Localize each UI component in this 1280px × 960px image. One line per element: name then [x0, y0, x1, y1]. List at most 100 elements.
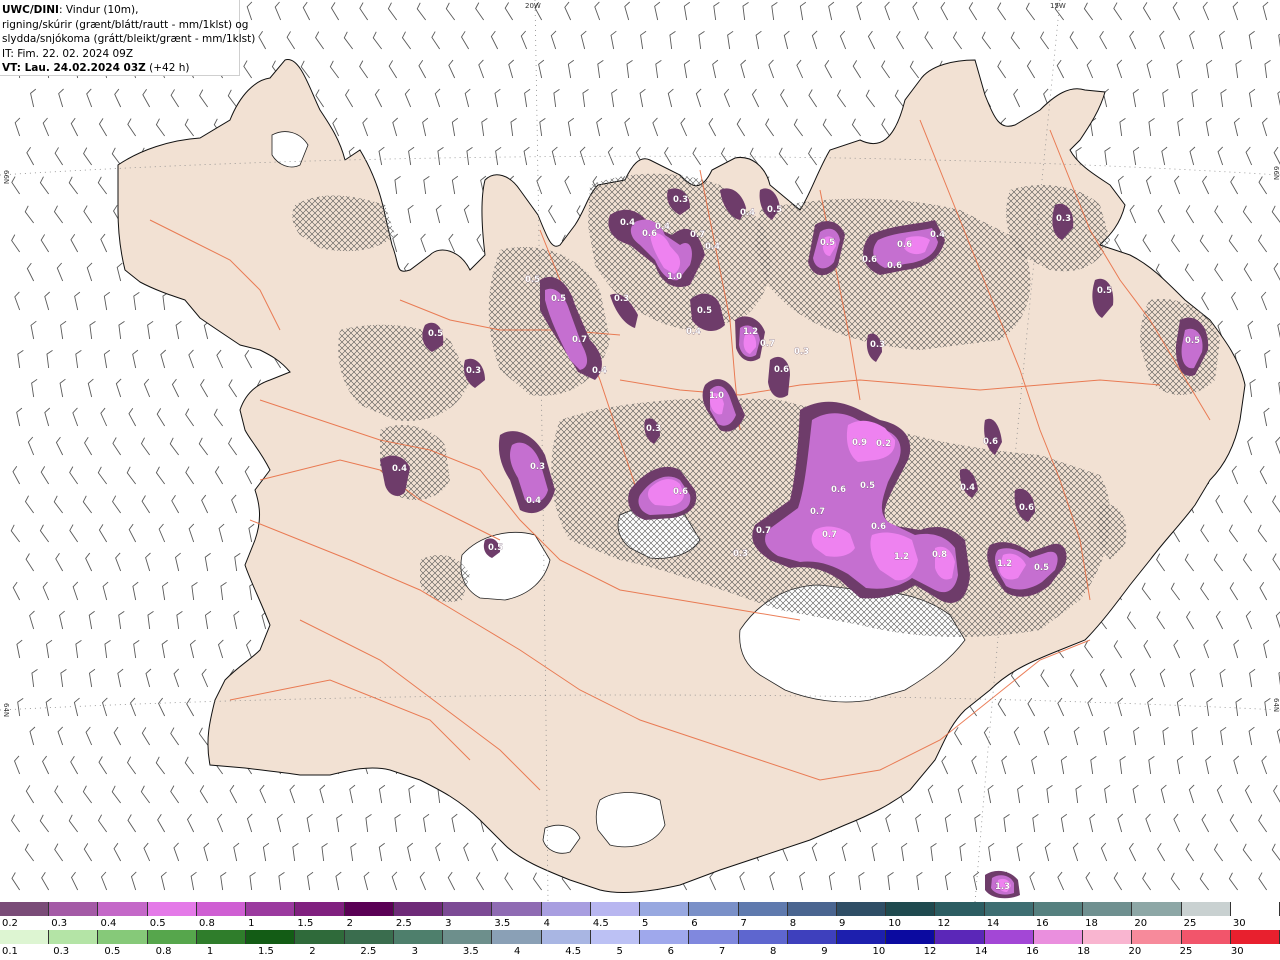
legend-swatch	[935, 930, 985, 944]
legend-tick-label: 0.3	[53, 946, 70, 957]
legend-swatch	[738, 902, 788, 916]
legend-swatch	[492, 930, 542, 944]
legend-rain-labels: 0.1 0.3 0.5 0.8 1 1.5 2 2.5 3 3.5 4 4.5 5 6 7 8 9 10 12 14 1…	[0, 945, 1280, 959]
precip-label: 0.7	[822, 530, 837, 540]
info-line-2: rigning/skúrir (grænt/blátt/rautt - mm/1…	[2, 18, 249, 31]
precip-label: 1.0	[667, 272, 682, 282]
legend-swatch	[147, 930, 197, 944]
precip-label: 0.4	[960, 483, 975, 493]
legend-swatch	[836, 902, 887, 916]
info-line-1-rest: : Vindur (10m),	[58, 4, 139, 16]
graticule-label-64n-left: 64N	[2, 703, 10, 717]
legend-swatch	[443, 902, 493, 916]
legend-swatch	[935, 902, 985, 916]
legend-swatch	[295, 930, 345, 944]
precip-label: 1.2	[997, 559, 1012, 569]
legend-tick-label: 6	[667, 946, 675, 957]
legend-swatch	[147, 902, 197, 916]
legend-tick-label: 0.3	[51, 918, 68, 929]
precip-label: 0.3	[646, 424, 661, 434]
legend-tick-label: 25	[1183, 918, 1197, 929]
precip-label: 0.6	[871, 522, 886, 532]
legend-swatch	[787, 930, 837, 944]
weather-map: 20W 15W 66N 64N 66N 64N 0.4 0.6 0.4 0.7 …	[0, 0, 1280, 902]
legend-tick-label: 0.8	[155, 946, 172, 957]
legend-swatch	[196, 930, 247, 944]
legend-tick-label: 12	[923, 946, 937, 957]
legend-swatch	[1181, 902, 1231, 916]
precip-label: 0.5	[428, 329, 443, 339]
lead-time: (+42 h)	[145, 62, 190, 74]
legend-tick-label: 16	[1035, 918, 1049, 929]
legend-tick-label: 3	[411, 946, 418, 957]
precip-label: 1.3	[995, 882, 1010, 892]
precip-label: 0.5	[697, 306, 712, 316]
legend-tick-label: 1	[248, 918, 255, 929]
precip-label: 0.7	[572, 335, 587, 345]
legend-swatch	[1083, 930, 1133, 944]
legend-tick-label: 20	[1134, 918, 1148, 929]
legend-swatch	[640, 930, 690, 944]
legend-swatch	[49, 902, 99, 916]
precip-label: 0.4	[620, 218, 635, 228]
legend-swatch	[689, 930, 739, 944]
legend-swatch	[640, 902, 690, 916]
graticule-label-66n-right: 66N	[1272, 166, 1280, 180]
precip-label: 0.3	[870, 340, 885, 350]
legend-swatch	[98, 902, 148, 916]
legend-tick-label: 12	[937, 918, 951, 929]
precip-label: 0.6	[887, 261, 902, 271]
precip-label: 0.4	[686, 327, 701, 337]
precip-label: 0.7	[756, 526, 771, 536]
legend-tick-label: 20	[1128, 946, 1142, 957]
precip-label: 0.4	[705, 242, 720, 252]
legend-tick-label: 2.5	[395, 918, 412, 929]
legend-tick-label: 0.4	[100, 918, 117, 929]
graticule-label-15w: 15W	[1050, 2, 1066, 10]
legend-snow-labels: 0.2 0.3 0.4 0.5 0.8 1 1.5 2 2.5 3 3.5 4 4.5 5 6 7 8 9 10 12…	[0, 917, 1280, 931]
legend-tick-label: 7	[718, 946, 726, 957]
precip-label: 0.6	[983, 437, 998, 447]
legend-tick-label: 25	[1179, 946, 1193, 957]
legend-tick-label: 0.5	[149, 918, 166, 929]
legend-tick-label: 7	[740, 918, 747, 929]
legend-swatch	[541, 902, 591, 916]
legend-tick-label: 2	[309, 946, 316, 957]
legend-swatch	[0, 902, 50, 916]
legend-swatch	[1033, 902, 1084, 916]
precip-label: 0.5	[488, 543, 503, 553]
precip-label: 1.2	[894, 552, 909, 562]
model-name: UWC/DINI	[2, 4, 59, 16]
precip-label: 0.9	[852, 438, 867, 448]
precip-label: 1.2	[743, 327, 758, 337]
legend-swatch	[886, 902, 936, 916]
legend-tick-label: 0.5	[104, 946, 121, 957]
precip-label: 0.4	[392, 464, 407, 474]
precip-label: 0.6	[1019, 503, 1034, 513]
precip-label: 0.3	[794, 347, 809, 357]
legend-tick-label: 9	[838, 918, 846, 929]
legend-swatch	[1230, 930, 1280, 944]
legend-swatch	[344, 902, 394, 916]
precip-label: 1.0	[709, 391, 724, 401]
precip-label: 0.2	[876, 439, 891, 449]
precip-label: 0.3	[1056, 214, 1071, 224]
legend-tick-label: 4	[543, 918, 550, 929]
legend-swatch	[590, 930, 641, 944]
legend-tick-label: 14	[974, 946, 988, 957]
legend-swatch	[1033, 930, 1084, 944]
precip-label: 0.7	[690, 230, 705, 240]
legend-swatch	[492, 902, 542, 916]
precip-label: 0.6	[862, 255, 877, 265]
precip-label: 0.7	[760, 339, 775, 349]
precip-label: 0.4	[930, 230, 945, 240]
info-line-5: VT: Lau. 24.02.2024 03Z (+42 h)	[2, 61, 235, 76]
legend-swatch	[689, 902, 739, 916]
precip-label: 0.3	[614, 294, 629, 304]
graticule-label-20w: 20W	[525, 2, 541, 10]
precip-label: 0.5	[1185, 336, 1200, 346]
precip-label: 0.5	[767, 205, 782, 215]
info-line-1: UWC/DINI: Vindur (10m),	[2, 3, 235, 18]
legend-swatch	[196, 902, 247, 916]
legend-swatch	[295, 902, 345, 916]
